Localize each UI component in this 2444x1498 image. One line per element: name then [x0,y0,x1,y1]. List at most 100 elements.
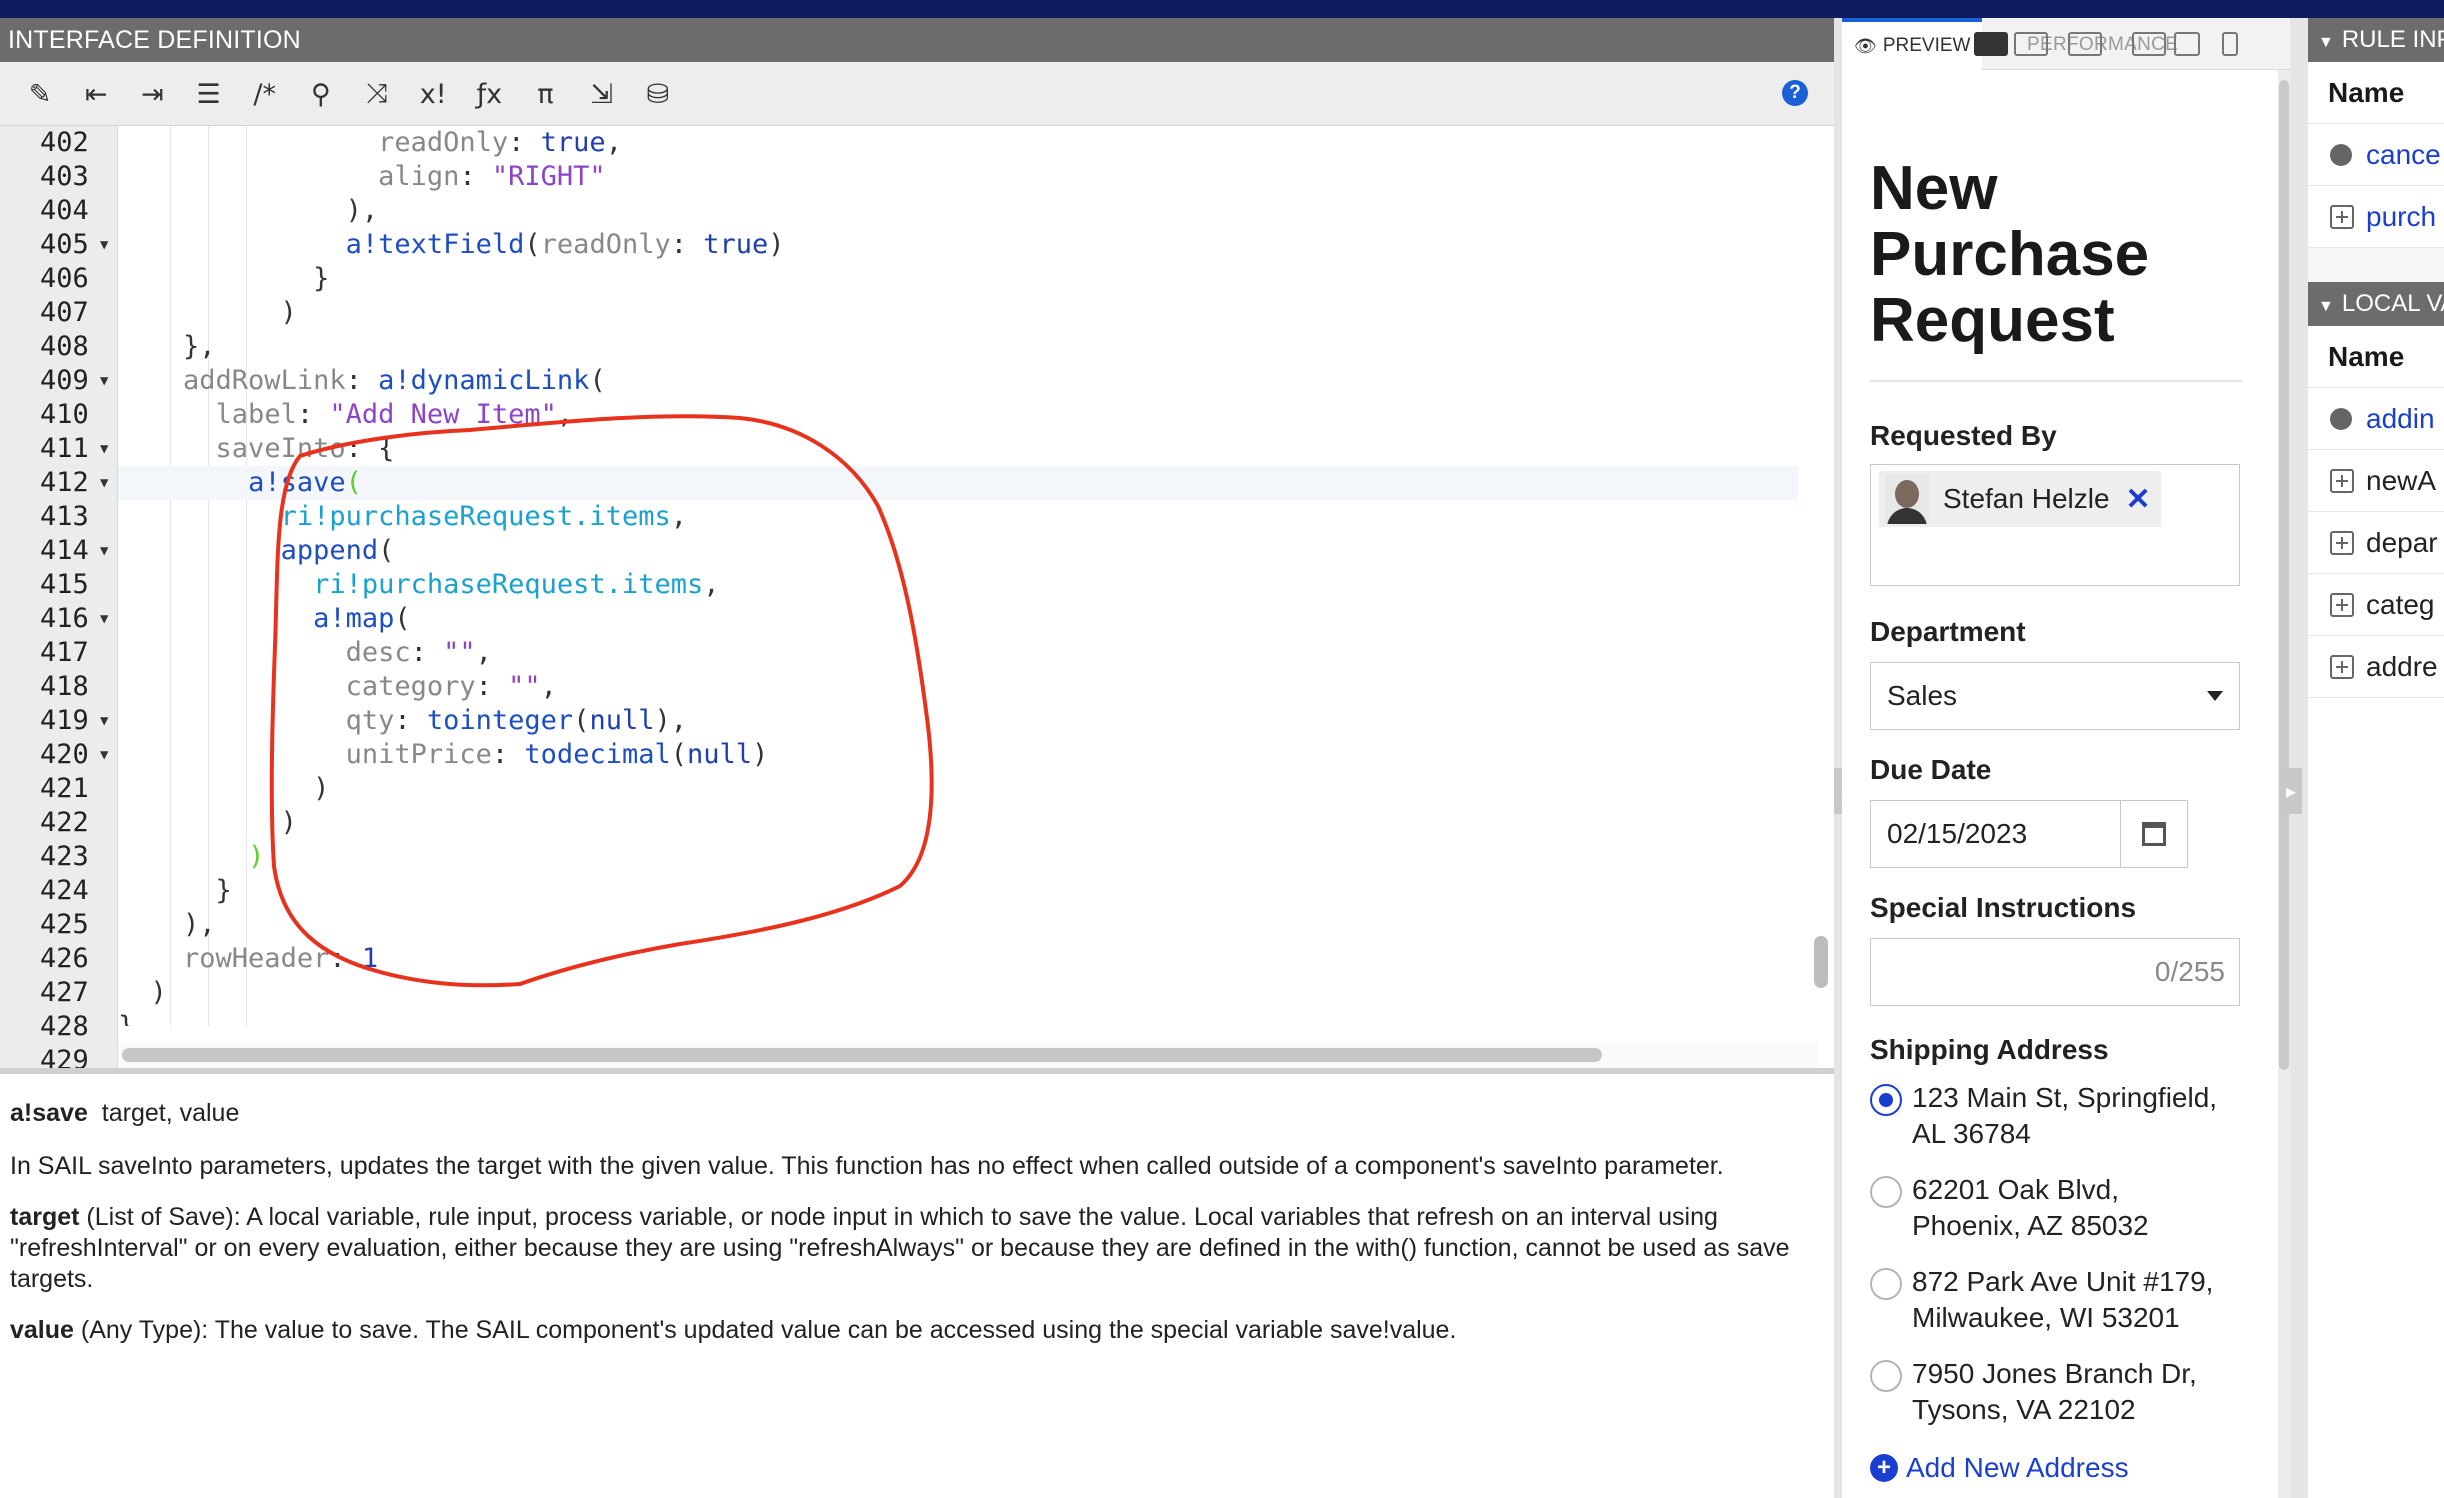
wide-monitor-icon[interactable] [2014,32,2048,56]
code-line[interactable]: } [118,262,1798,296]
calendar-button[interactable] [2121,801,2187,867]
local-variable-item[interactable]: addin [2308,388,2444,450]
remove-user-icon[interactable]: ✕ [2126,482,2151,517]
code-line[interactable]: }, [118,330,1798,364]
fold-arrow-icon[interactable]: ▼ [100,534,108,568]
code-line[interactable]: a!textField(readOnly: true) [118,228,1798,262]
doc-param-target-desc: (List of Save): A local variable, rule i… [10,1203,1790,1293]
code-line[interactable]: qty: tointeger(null), [118,704,1798,738]
code-line[interactable]: } [118,1010,1798,1026]
function-icon[interactable]: ƒx [467,72,511,116]
code-line[interactable]: append( [118,534,1798,568]
rule-inputs-header[interactable]: ▼ RULE INP [2308,18,2444,62]
rule-input-item[interactable]: purch [2308,186,2444,248]
code-line[interactable]: ri!purchaseRequest.items, [118,500,1798,534]
help-icon[interactable]: ? [1782,80,1808,106]
code-line[interactable]: a!save( [118,466,1798,500]
code-editor[interactable]: 402 403 404 405 ▼ 406 407 408 409 ▼ 410 411 ▼ 412 ▼ 413… [0,126,1834,1068]
local-variable-item[interactable]: newA [2308,450,2444,512]
code-line[interactable]: saveInto: { [118,432,1798,466]
radio-button[interactable] [1870,1176,1902,1208]
tab-preview[interactable]: 👁 PREVIEW [1842,18,1983,70]
fold-arrow-icon[interactable]: ▼ [100,432,108,466]
fold-arrow-icon[interactable]: ▼ [100,466,108,500]
address-option[interactable]: 62201 Oak Blvd, Phoenix, AZ 85032 [1870,1172,2270,1244]
function-documentation: a!save target, value In SAIL saveInto pa… [0,1074,1834,1498]
preview-scroll-thumb[interactable] [2279,80,2289,1070]
chevron-down-icon [2207,691,2223,701]
expand-plus-icon[interactable] [2330,468,2354,493]
comment-icon[interactable]: /* [243,72,287,116]
code-line[interactable]: category: "", [118,670,1798,704]
expand-plus-icon[interactable] [2330,204,2354,229]
code-line[interactable]: addRowLink: a!dynamicLink( [118,364,1798,398]
local-variable-item[interactable]: categ [2308,574,2444,636]
code-line[interactable]: ), [118,908,1798,942]
address-option[interactable]: 872 Park Ave Unit #179, Milwaukee, WI 532… [1870,1264,2270,1336]
database-search-icon[interactable]: ⛁ [636,72,680,116]
fold-arrow-icon[interactable]: ▼ [100,738,108,772]
indent-icon[interactable]: ⇥ [130,72,174,116]
code-line[interactable]: a!map( [118,602,1798,636]
radio-button[interactable] [1870,1360,1902,1392]
expand-plus-icon[interactable] [2330,654,2354,679]
right-splitter[interactable] [2290,18,2308,1498]
code-line[interactable]: label: "Add New Item", [118,398,1798,432]
code-line[interactable]: ) [118,772,1798,806]
fold-arrow-icon[interactable]: ▼ [100,364,108,398]
code-line[interactable]: readOnly: true, [118,126,1798,160]
fold-arrow-icon[interactable]: ▼ [100,704,108,738]
local-variables-header[interactable]: ▼ LOCAL VA [2308,282,2444,326]
fold-arrow-icon[interactable]: ▼ [100,602,108,636]
pi-icon[interactable]: π [524,72,568,116]
outdent-icon[interactable]: ⇤ [74,72,118,116]
address-option[interactable]: 123 Main St, Springfield, AL 36784 [1870,1080,2270,1152]
monitor-icon[interactable] [2132,32,2166,56]
export-icon[interactable]: ⇲ [580,72,624,116]
special-instructions-field[interactable]: 0/255 [1870,938,2240,1006]
collapse-triangle-icon: ▼ [2318,34,2334,51]
fold-arrow-icon[interactable]: ▼ [100,228,108,262]
local-variable-icon[interactable]: x! [411,72,455,116]
code-area[interactable]: readOnly: true, align: "RIGHT" ), a!text… [118,126,1798,1026]
expand-plus-icon[interactable] [2330,530,2354,555]
due-date-input[interactable]: 02/15/2023 [1871,801,2121,867]
code-line[interactable]: align: "RIGHT" [118,160,1798,194]
collapse-right-icon[interactable]: ▸ [2280,768,2302,814]
vertical-scrollbar[interactable] [1814,936,1828,988]
left-splitter[interactable] [1834,18,1842,1498]
code-line[interactable]: ) [118,840,1798,874]
tablet-icon[interactable] [2174,32,2200,56]
code-line[interactable]: desc: "", [118,636,1798,670]
phone-icon[interactable] [2222,32,2238,56]
desktop-icon[interactable] [2068,32,2102,56]
search-icon[interactable]: ⚲ [299,72,343,116]
list-icon[interactable]: ☰ [187,72,231,116]
code-line[interactable]: unitPrice: todecimal(null) [118,738,1798,772]
magic-wand-icon[interactable]: ✎ [18,72,62,116]
code-line[interactable]: } [118,874,1798,908]
address-option[interactable]: 7950 Jones Branch Dr, Tysons, VA 22102 [1870,1356,2270,1428]
code-line[interactable]: ) [118,976,1798,1010]
radio-button[interactable] [1870,1084,1902,1116]
department-dropdown[interactable]: Sales [1870,662,2240,730]
requested-by-picker[interactable]: Stefan Helzle ✕ [1870,464,2240,586]
code-line[interactable]: rowHeader: 1 [118,942,1798,976]
code-line[interactable]: ri!purchaseRequest.items, [118,568,1798,602]
radio-button[interactable] [1870,1268,1902,1300]
shuffle-icon[interactable]: ⤨ [355,72,399,116]
code-line[interactable]: ) [118,296,1798,330]
fit-width-icon[interactable] [1974,32,2008,56]
local-variable-name: depar [2366,526,2438,558]
section-gap [2308,248,2444,282]
expand-plus-icon[interactable] [2330,592,2354,617]
code-line[interactable]: ) [118,806,1798,840]
local-variable-item[interactable]: addre [2308,636,2444,698]
eye-icon: 👁 [1854,35,1877,56]
horizontal-scrollbar[interactable] [122,1048,1602,1062]
rule-input-item[interactable]: cance [2308,124,2444,186]
due-date-picker[interactable]: 02/15/2023 [1870,800,2188,868]
add-new-address-link[interactable]: + Add New Address [1870,1452,2270,1484]
local-variable-item[interactable]: depar [2308,512,2444,574]
code-line[interactable]: ), [118,194,1798,228]
